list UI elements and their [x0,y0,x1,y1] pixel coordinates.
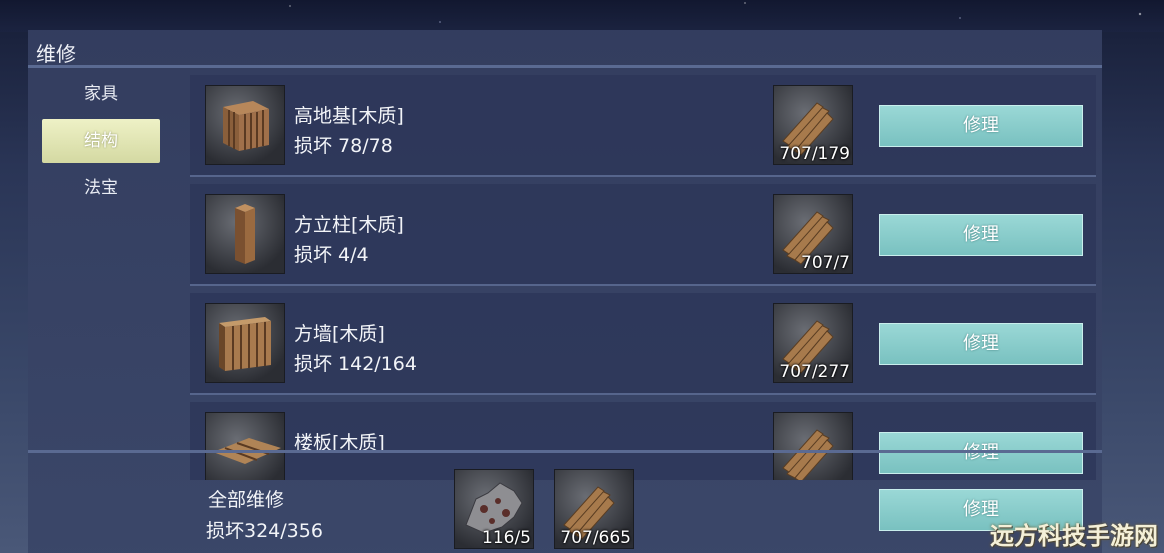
category-tab-structure[interactable]: 结构 [42,119,160,163]
wood-plank-icon: 707/277 [773,303,853,383]
night-sky [0,0,1164,32]
wood-wall-icon [205,303,285,383]
material-quantity: 116/5 [482,528,531,548]
repair-panel: 维修 家具 结构 法宝 高地基[木质] 损坏 78/78 707/179 修理 … [28,30,1102,553]
repair-all-damage: 损坏324/356 [206,520,323,542]
item-damage: 损坏 142/164 [294,353,417,375]
wood-plank-icon: 707/7 [773,194,853,274]
repair-item-row: 高地基[木质] 损坏 78/78 707/179 修理 [190,75,1096,177]
repair-item-list[interactable]: 高地基[木质] 损坏 78/78 707/179 修理 方立柱[木质] 损坏 4… [190,75,1096,480]
item-name: 高地基[木质] [294,105,404,127]
repair-button[interactable]: 修理 [879,432,1083,474]
material-quantity: 707/277 [779,362,850,382]
material-quantity: 707/179 [779,144,850,164]
material-quantity: 707/665 [560,528,631,548]
site-watermark: 远方科技手游网 [990,522,1158,550]
title-divider [28,65,1102,68]
repair-button[interactable]: 修理 [879,323,1083,365]
wood-plank-icon: 707/665 [554,469,634,549]
panel-title: 维修 [36,42,76,66]
item-damage: 损坏 4/4 [294,244,369,266]
wood-floor-icon [205,412,285,480]
category-tab-treasure[interactable]: 法宝 [42,166,160,210]
item-damage: 损坏 78/78 [294,135,393,157]
repair-item-row: 方墙[木质] 损坏 142/164 707/277 修理 [190,293,1096,395]
category-tab-furniture[interactable]: 家具 [42,72,160,116]
wood-plank-icon [773,412,853,480]
repair-button[interactable]: 修理 [879,105,1083,147]
wood-pillar-icon [205,194,285,274]
wood-crate-icon [205,85,285,165]
repair-item-row: 方立柱[木质] 损坏 4/4 707/7 修理 [190,184,1096,286]
wood-plank-icon: 707/179 [773,85,853,165]
item-name: 方墙[木质] [294,323,385,345]
footer-divider [28,450,1102,453]
repair-all-label: 全部维修 [208,489,285,511]
repair-button[interactable]: 修理 [879,214,1083,256]
hide-icon: 116/5 [454,469,534,549]
item-name: 方立柱[木质] [294,214,404,236]
material-quantity: 707/7 [801,253,850,273]
repair-item-row: 楼板[木质] 修理 [190,402,1096,480]
